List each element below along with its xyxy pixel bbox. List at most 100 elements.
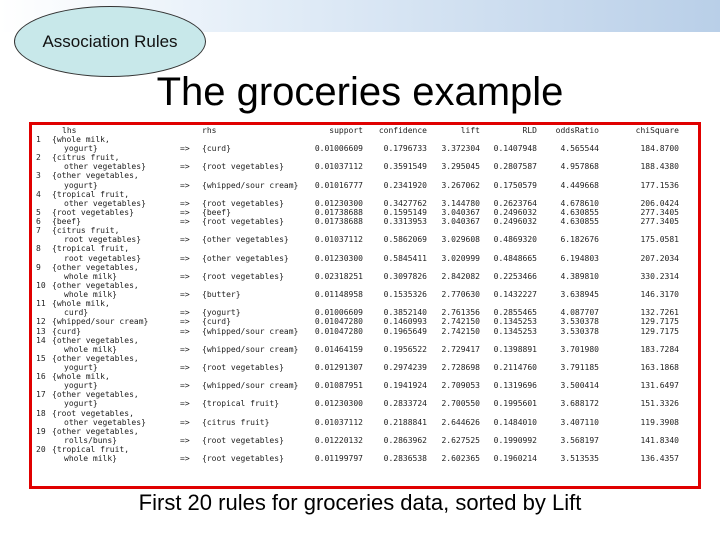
- rule-lhs: yogurt}: [64, 144, 98, 154]
- rule-lhs: {whole milk,: [52, 135, 110, 144]
- rule-number: 8: [36, 244, 41, 254]
- section-badge: Association Rules: [14, 6, 206, 77]
- rule-rld: 0.1407948: [493, 144, 537, 154]
- rule-number: 5: [36, 207, 41, 217]
- rule-rhs: {root vegetables}: [202, 271, 284, 281]
- rule-confidence: 0.2341920: [383, 180, 427, 190]
- rule-support: 0.01464159: [314, 344, 363, 354]
- rule-rld: 0.1345253: [493, 317, 537, 327]
- rule-chisquare: 132.7261: [640, 308, 679, 318]
- rule-chisquare: 129.7175: [640, 326, 679, 336]
- rule-arrow: =>: [180, 326, 190, 336]
- rule-support: 0.01220132: [314, 435, 363, 445]
- rule-rhs: {curd}: [202, 317, 231, 327]
- rule-lhs: {other vegetables,: [52, 171, 139, 181]
- rule-oddsratio: 4.087707: [560, 308, 599, 318]
- rule-lhs: {beef}: [52, 217, 81, 227]
- rule-lhs: yogurt}: [64, 399, 98, 409]
- rule-number: 20: [36, 445, 46, 455]
- rule-rhs: {root vegetables}: [202, 217, 284, 227]
- rule-chisquare: 136.4357: [640, 454, 679, 464]
- rule-lhs: {root vegetables}: [52, 207, 134, 217]
- rule-number: 16: [36, 372, 46, 382]
- rule-rld: 0.1345253: [493, 326, 537, 336]
- rule-oddsratio: 3.688172: [560, 399, 599, 409]
- rule-chisquare: 129.7175: [640, 317, 679, 327]
- rule-arrow: =>: [180, 144, 190, 154]
- rule-rhs: {citrus fruit}: [202, 417, 270, 427]
- rule-support: 0.01016777: [314, 180, 363, 190]
- rule-arrow: =>: [180, 308, 190, 318]
- rule-lhs: whole milk}: [64, 290, 117, 300]
- rule-lift: 2.709053: [441, 381, 480, 391]
- rule-lhs: {tropical fruit,: [52, 244, 130, 254]
- rule-lhs: curd}: [64, 308, 89, 318]
- rule-oddsratio: 4.630855: [560, 217, 599, 227]
- rule-chisquare: 163.1868: [640, 362, 679, 372]
- rules-table: lhs rhs support confidence lift RLD oddsRatio c…: [32, 125, 698, 486]
- rule-rhs: {root vegetables}: [202, 198, 284, 208]
- rule-arrow: =>: [180, 271, 190, 281]
- rule-rhs: {tropical fruit}: [202, 399, 280, 409]
- rule-oddsratio: 3.530378: [560, 317, 599, 327]
- rule-lift: 3.029608: [441, 235, 480, 245]
- rule-chisquare: 131.6497: [640, 381, 679, 391]
- rule-confidence: 0.1941924: [383, 381, 427, 391]
- rule-support: 0.01037112: [314, 162, 363, 172]
- rule-support: 0.01037112: [314, 417, 363, 427]
- rule-arrow: =>: [180, 207, 190, 217]
- rule-oddsratio: 4.389810: [560, 271, 599, 281]
- rule-confidence: 0.2833724: [383, 399, 427, 409]
- rule-rld: 0.1750579: [493, 180, 537, 190]
- rule-rhs: {root vegetables}: [202, 435, 284, 445]
- rule-arrow: =>: [180, 180, 190, 190]
- column-header-oddsratio: oddsRatio: [555, 126, 599, 135]
- rule-number: 2: [36, 153, 41, 163]
- rules-table-frame: lhs rhs support confidence lift RLD oddsRatio c…: [29, 122, 701, 489]
- rule-rld: 0.1432227: [493, 290, 537, 300]
- rule-rhs: {whipped/sour cream}: [202, 326, 299, 336]
- rule-number: 7: [36, 226, 41, 236]
- rule-chisquare: 175.0581: [640, 235, 679, 245]
- rule-number: 6: [36, 217, 41, 227]
- rule-lhs: {whole milk,: [52, 372, 110, 382]
- rule-oddsratio: 4.678610: [560, 198, 599, 208]
- rule-support: 0.01037112: [314, 235, 363, 245]
- rule-confidence: 0.2974239: [383, 362, 427, 372]
- rule-rhs: {beef}: [202, 207, 231, 217]
- rule-rhs: {root vegetables}: [202, 454, 284, 464]
- rule-lhs: {whole milk,: [52, 299, 110, 309]
- rule-arrow: =>: [180, 235, 190, 245]
- column-header-chisquare: chiSquare: [635, 126, 679, 135]
- rule-chisquare: 183.7284: [640, 344, 679, 354]
- rule-lhs: root vegetables}: [64, 253, 142, 263]
- rule-arrow: =>: [180, 362, 190, 372]
- rule-lhs: {other vegetables,: [52, 280, 139, 290]
- rule-lift: 3.372304: [441, 144, 480, 154]
- rule-rhs: {root vegetables}: [202, 162, 284, 172]
- column-header-lhs: lhs: [62, 126, 77, 135]
- rule-confidence: 0.1460993: [383, 317, 427, 327]
- rule-arrow: =>: [180, 317, 190, 327]
- rule-oddsratio: 4.449668: [560, 180, 599, 190]
- rule-oddsratio: 3.530378: [560, 326, 599, 336]
- rule-oddsratio: 6.194803: [560, 253, 599, 263]
- rule-arrow: =>: [180, 162, 190, 172]
- rule-rhs: {curd}: [202, 144, 231, 154]
- rule-rld: 0.1319696: [493, 381, 537, 391]
- rule-rld: 0.1995601: [493, 399, 537, 409]
- rule-confidence: 0.2836538: [383, 454, 427, 464]
- rule-lhs: {other vegetables,: [52, 353, 139, 363]
- rule-chisquare: 206.0424: [640, 198, 679, 208]
- rule-lhs: {tropical fruit,: [52, 189, 130, 199]
- rule-oddsratio: 3.791185: [560, 362, 599, 372]
- rule-lhs: {other vegetables,: [52, 335, 139, 345]
- rule-lift: 2.761356: [441, 308, 480, 318]
- rule-chisquare: 177.1536: [640, 180, 679, 190]
- rule-lhs: {citrus fruit,: [52, 226, 120, 236]
- rule-chisquare: 330.2314: [640, 271, 679, 281]
- rule-lhs: whole milk}: [64, 271, 117, 281]
- rule-rld: 0.2253466: [493, 271, 537, 281]
- rule-chisquare: 119.3908: [640, 417, 679, 427]
- rule-arrow: =>: [180, 217, 190, 227]
